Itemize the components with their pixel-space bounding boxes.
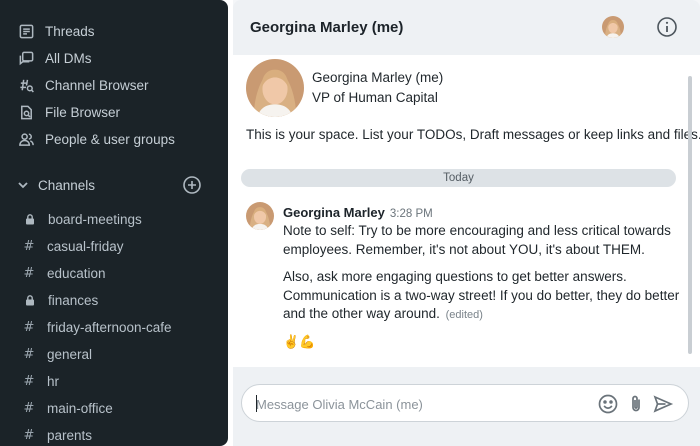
lock-icon [26,214,34,225]
channel-item[interactable]: # general [22,344,93,364]
sidebar: Threads All DMs Channel Browser File Bro… [0,0,228,446]
nav-channel-browser[interactable]: Channel Browser [18,74,149,96]
send-button[interactable] [652,393,674,415]
file-browser-icon [21,105,32,119]
info-icon[interactable] [656,16,678,38]
message-text: Note to self: Try to be more encouraging… [283,223,671,257]
nav-threads[interactable]: Threads [18,20,95,42]
conversation-pane: Georgina Marley (me) Georgina Marley (me… [233,0,700,446]
people-icon [19,132,34,146]
section-label: Channels [38,177,96,193]
message-time[interactable]: 3:28 PM [390,208,433,220]
hash-icon: # [23,238,35,254]
avatar-image [602,16,624,38]
channel-item[interactable]: # main-office [22,398,113,418]
conversation-title: Georgina Marley (me) [250,19,404,36]
channel-name: education [47,265,106,281]
hash-icon: # [23,400,35,416]
message-emojis: ✌️💪 [283,335,316,350]
emoji-icon [598,394,618,414]
date-divider: Today [241,169,676,187]
message-header: Georgina Marley 3:28 PM [283,205,433,220]
profile-role: VP of Human Capital [312,90,438,105]
channel-item[interactable]: # education [22,263,106,283]
message-author[interactable]: Georgina Marley [283,205,385,220]
channel-name: friday-afternoon-cafe [47,319,172,335]
dms-icon [19,51,34,65]
intro-text: This is your space. List your TODOs, Dra… [246,127,700,142]
hash-icon: # [23,265,35,281]
hash-icon: # [23,319,35,335]
profile-name: Georgina Marley (me) [312,70,444,85]
avatar [246,59,304,117]
threads-icon [19,24,34,38]
hash-icon: # [23,346,35,362]
text-caret [256,395,257,412]
avatar[interactable] [602,16,624,38]
channel-name: finances [48,292,99,308]
channel-item[interactable]: finances [22,290,98,310]
channel-name: main-office [47,400,113,416]
composer-area [233,367,700,446]
send-icon [653,395,674,413]
message-composer [241,384,689,422]
nav-label: Threads [45,23,95,39]
avatar-image [246,202,274,230]
channel-name: parents [47,427,93,443]
scrollbar[interactable] [688,76,692,354]
nav-label: People & user groups [45,131,175,147]
message-text: Also, ask more engaging questions to get… [283,268,688,325]
channel-browser-icon [20,79,34,92]
channel-item[interactable]: # friday-afternoon-cafe [22,317,172,337]
channel-name: casual-friday [47,238,124,254]
avatar-image [246,59,304,117]
nav-label: All DMs [45,50,92,66]
channel-name: board-meetings [48,211,142,227]
nav-label: Channel Browser [45,77,149,93]
attach-button[interactable] [625,393,647,415]
channel-name: hr [47,373,60,389]
nav-label: File Browser [45,104,121,120]
paperclip-icon [632,395,640,412]
add-channel-icon[interactable] [182,175,202,195]
hash-icon: # [23,373,35,389]
hash-icon: # [23,427,35,443]
channel-item[interactable]: # casual-friday [22,236,124,256]
channels-section-header[interactable]: Channels [16,174,208,196]
nav-all-dms[interactable]: All DMs [18,47,92,69]
conversation-header: Georgina Marley (me) [233,0,700,55]
channel-item[interactable]: # hr [22,371,59,391]
avatar[interactable] [246,202,274,230]
lock-icon [26,295,34,306]
nav-people[interactable]: People & user groups [18,128,175,150]
chevron-down-icon [18,182,28,189]
edited-label: (edited) [445,309,483,321]
message-list: Georgina Marley (me) VP of Human Capital… [233,55,700,367]
channel-name: general [47,346,93,362]
emoji-button[interactable] [597,393,619,415]
nav-file-browser[interactable]: File Browser [18,101,120,123]
channel-item[interactable]: board-meetings [22,209,142,229]
channel-item[interactable]: # parents [22,425,92,445]
message-input[interactable] [256,394,586,414]
